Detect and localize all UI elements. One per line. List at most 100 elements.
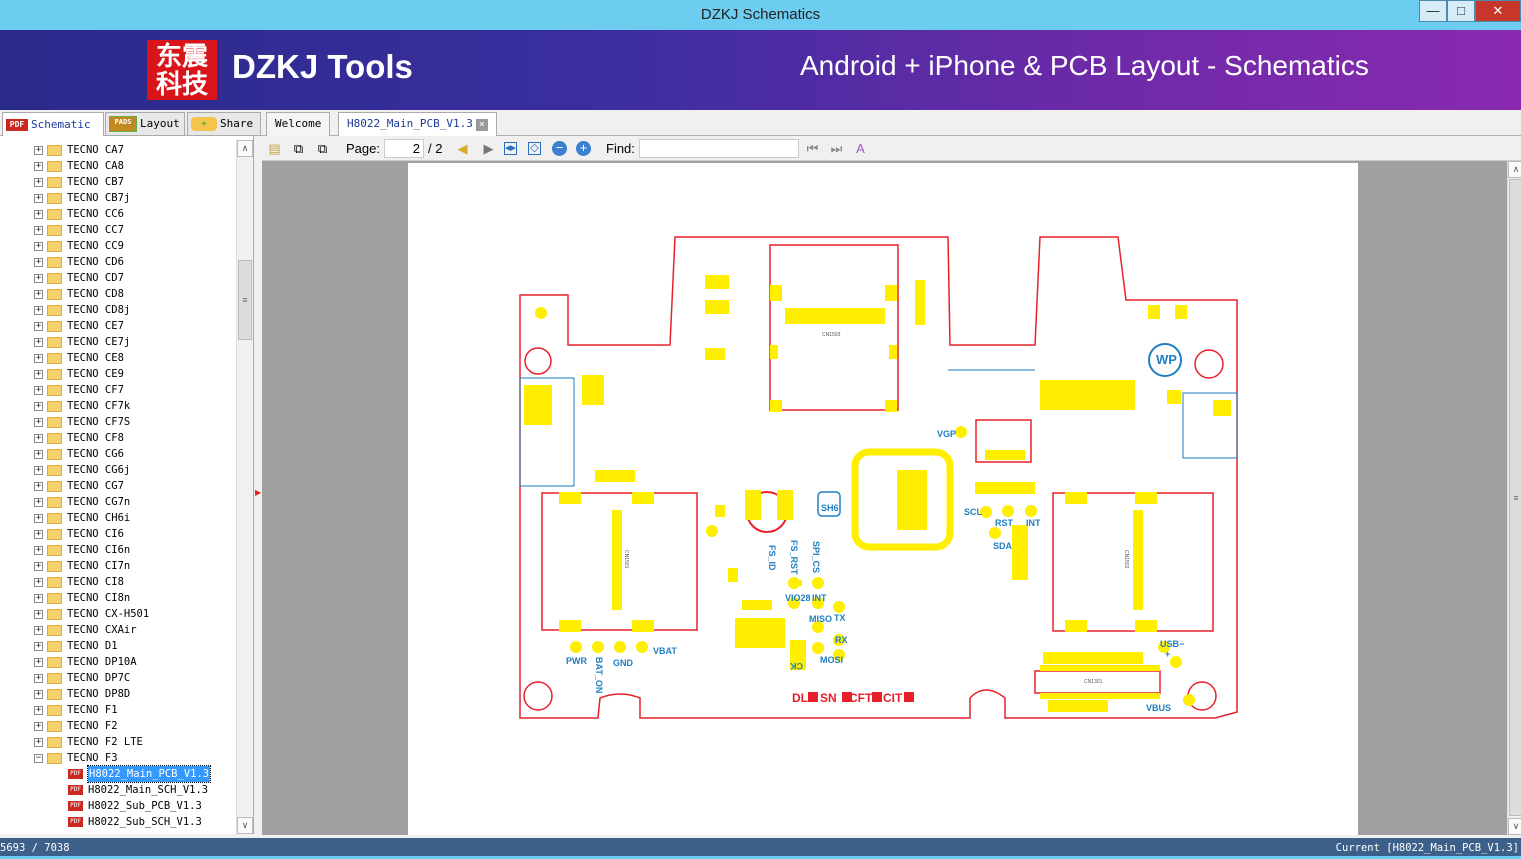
expand-icon[interactable]: + bbox=[34, 481, 43, 491]
expand-icon[interactable]: + bbox=[34, 257, 43, 267]
tree-folder[interactable]: + TECNO CI8n bbox=[34, 590, 130, 606]
expand-icon[interactable]: + bbox=[34, 625, 43, 635]
scroll-thumb[interactable]: ≡ bbox=[238, 260, 252, 340]
tree-folder[interactable]: + TECNO CC6 bbox=[34, 206, 124, 222]
expand-icon[interactable]: + bbox=[34, 145, 43, 155]
prev-page-doc-icon[interactable]: ⧉ bbox=[290, 140, 307, 157]
splitter[interactable]: ▶ bbox=[254, 136, 262, 834]
tab-share[interactable]: + Share bbox=[187, 112, 261, 136]
collapse-icon[interactable]: − bbox=[34, 753, 43, 763]
tab-layout[interactable]: PADS Layout bbox=[105, 112, 185, 136]
find-next-icon[interactable]: ⏭ bbox=[828, 140, 845, 157]
expand-icon[interactable]: + bbox=[34, 513, 43, 523]
scroll-up-button[interactable]: ∧ bbox=[237, 140, 253, 157]
document-icon[interactable]: ▤ bbox=[266, 140, 283, 157]
expand-icon[interactable]: + bbox=[34, 337, 43, 347]
expand-icon[interactable]: + bbox=[34, 705, 43, 715]
page-input[interactable] bbox=[384, 139, 424, 158]
expand-icon[interactable]: + bbox=[34, 305, 43, 315]
expand-icon[interactable]: + bbox=[34, 241, 43, 251]
expand-icon[interactable]: + bbox=[34, 529, 43, 539]
tree-folder[interactable]: + TECNO CF7k bbox=[34, 398, 130, 414]
expand-icon[interactable]: + bbox=[34, 673, 43, 683]
expand-icon[interactable]: + bbox=[34, 561, 43, 571]
scroll-up-button[interactable]: ∧ bbox=[1508, 161, 1521, 178]
tree-file[interactable]: PDF H8022_Sub_PCB_V1.3 bbox=[68, 798, 202, 814]
maximize-button[interactable]: □ bbox=[1447, 0, 1475, 22]
expand-icon[interactable]: + bbox=[34, 385, 43, 395]
tree-folder[interactable]: + TECNO F2 LTE bbox=[34, 734, 143, 750]
zoom-out-icon[interactable]: − bbox=[552, 141, 567, 156]
expand-icon[interactable]: + bbox=[34, 497, 43, 507]
tree-folder[interactable]: + TECNO DP7C bbox=[34, 670, 130, 686]
tab-document[interactable]: H8022_Main_PCB_V1.3 ✕ bbox=[338, 112, 497, 136]
find-prev-icon[interactable]: ⏮ bbox=[804, 140, 821, 157]
tree-folder[interactable]: + TECNO CF8 bbox=[34, 430, 124, 446]
tree-folder[interactable]: + TECNO CA8 bbox=[34, 158, 124, 174]
tree-folder[interactable]: + TECNO CF7 bbox=[34, 382, 124, 398]
expand-icon[interactable]: + bbox=[34, 289, 43, 299]
viewer-scrollbar[interactable]: ∧ ≡ ∨ bbox=[1507, 161, 1521, 835]
tree-file[interactable]: PDF H8022_Main_PCB_V1.3 bbox=[68, 765, 212, 783]
expand-icon[interactable]: + bbox=[34, 161, 43, 171]
tree-folder[interactable]: + TECNO CI6 bbox=[34, 526, 124, 542]
tree-folder[interactable]: + TECNO CB7j bbox=[34, 190, 130, 206]
fit-width-icon[interactable]: ◂▸ bbox=[504, 142, 517, 155]
close-tab-icon[interactable]: ✕ bbox=[475, 119, 488, 131]
tree-folder[interactable]: + TECNO CB7 bbox=[34, 174, 124, 190]
tree-folder[interactable]: + TECNO CG6j bbox=[34, 462, 130, 478]
tree-folder[interactable]: + TECNO CD8j bbox=[34, 302, 130, 318]
tree-folder[interactable]: + TECNO CC7 bbox=[34, 222, 124, 238]
tree-folder[interactable]: + TECNO CD8 bbox=[34, 286, 124, 302]
next-page-doc-icon[interactable]: ⧉ bbox=[314, 140, 331, 157]
tree-folder[interactable]: + TECNO CE7j bbox=[34, 334, 130, 350]
tree-file[interactable]: PDF H8022_Main_SCH_V1.3 bbox=[68, 782, 208, 798]
tree-folder[interactable]: + TECNO CD7 bbox=[34, 270, 124, 286]
expand-icon[interactable]: + bbox=[34, 657, 43, 667]
expand-icon[interactable]: + bbox=[34, 273, 43, 283]
expand-icon[interactable]: + bbox=[34, 177, 43, 187]
tab-schematic[interactable]: PDF Schematic bbox=[2, 112, 104, 136]
tab-welcome[interactable]: Welcome bbox=[266, 112, 331, 136]
tree-folder[interactable]: + TECNO CE8 bbox=[34, 350, 124, 366]
tree-folder[interactable]: + TECNO CI7n bbox=[34, 558, 130, 574]
tree-folder[interactable]: + TECNO CG7n bbox=[34, 494, 130, 510]
tree-folder[interactable]: + TECNO CA7 bbox=[34, 142, 124, 158]
expand-icon[interactable]: + bbox=[34, 209, 43, 219]
expand-icon[interactable]: + bbox=[34, 433, 43, 443]
tree-folder[interactable]: + TECNO DP8D bbox=[34, 686, 130, 702]
tree-folder[interactable]: + TECNO CG7 bbox=[34, 478, 124, 494]
tree-folder[interactable]: + TECNO F2 bbox=[34, 718, 118, 734]
tree-folder[interactable]: + TECNO CE7 bbox=[34, 318, 124, 334]
expand-icon[interactable]: + bbox=[34, 689, 43, 699]
tree-folder[interactable]: + TECNO F1 bbox=[34, 702, 118, 718]
expand-icon[interactable]: + bbox=[34, 609, 43, 619]
expand-icon[interactable]: + bbox=[34, 449, 43, 459]
tree-folder[interactable]: + TECNO CE9 bbox=[34, 366, 124, 382]
tree-folder[interactable]: + TECNO CD6 bbox=[34, 254, 124, 270]
scroll-down-button[interactable]: ∨ bbox=[237, 817, 253, 834]
tree-folder[interactable]: + TECNO CI6n bbox=[34, 542, 130, 558]
expand-icon[interactable]: + bbox=[34, 225, 43, 235]
scroll-thumb[interactable]: ≡ bbox=[1509, 179, 1521, 816]
prev-page-icon[interactable]: ◀ bbox=[454, 140, 471, 157]
tree-folder[interactable]: + TECNO CC9 bbox=[34, 238, 124, 254]
expand-icon[interactable]: + bbox=[34, 721, 43, 731]
expand-icon[interactable]: + bbox=[34, 545, 43, 555]
tree-folder[interactable]: − TECNO F3 bbox=[34, 750, 118, 766]
tree-folder[interactable]: + TECNO CF7S bbox=[34, 414, 130, 430]
tree-scrollbar[interactable]: ∧ ≡ ∨ bbox=[236, 140, 253, 834]
expand-icon[interactable]: + bbox=[34, 401, 43, 411]
expand-icon[interactable]: + bbox=[34, 353, 43, 363]
scroll-down-button[interactable]: ∨ bbox=[1508, 818, 1521, 835]
zoom-in-icon[interactable]: + bbox=[576, 141, 591, 156]
tree-folder[interactable]: + TECNO DP10A bbox=[34, 654, 137, 670]
tree-folder[interactable]: + TECNO CG6 bbox=[34, 446, 124, 462]
expand-icon[interactable]: + bbox=[34, 465, 43, 475]
expand-icon[interactable]: + bbox=[34, 417, 43, 427]
expand-icon[interactable]: + bbox=[34, 577, 43, 587]
expand-icon[interactable]: + bbox=[34, 737, 43, 747]
tree-folder[interactable]: + TECNO CX-H501 bbox=[34, 606, 149, 622]
tree-folder[interactable]: + TECNO D1 bbox=[34, 638, 118, 654]
tree-folder[interactable]: + TECNO CI8 bbox=[34, 574, 124, 590]
